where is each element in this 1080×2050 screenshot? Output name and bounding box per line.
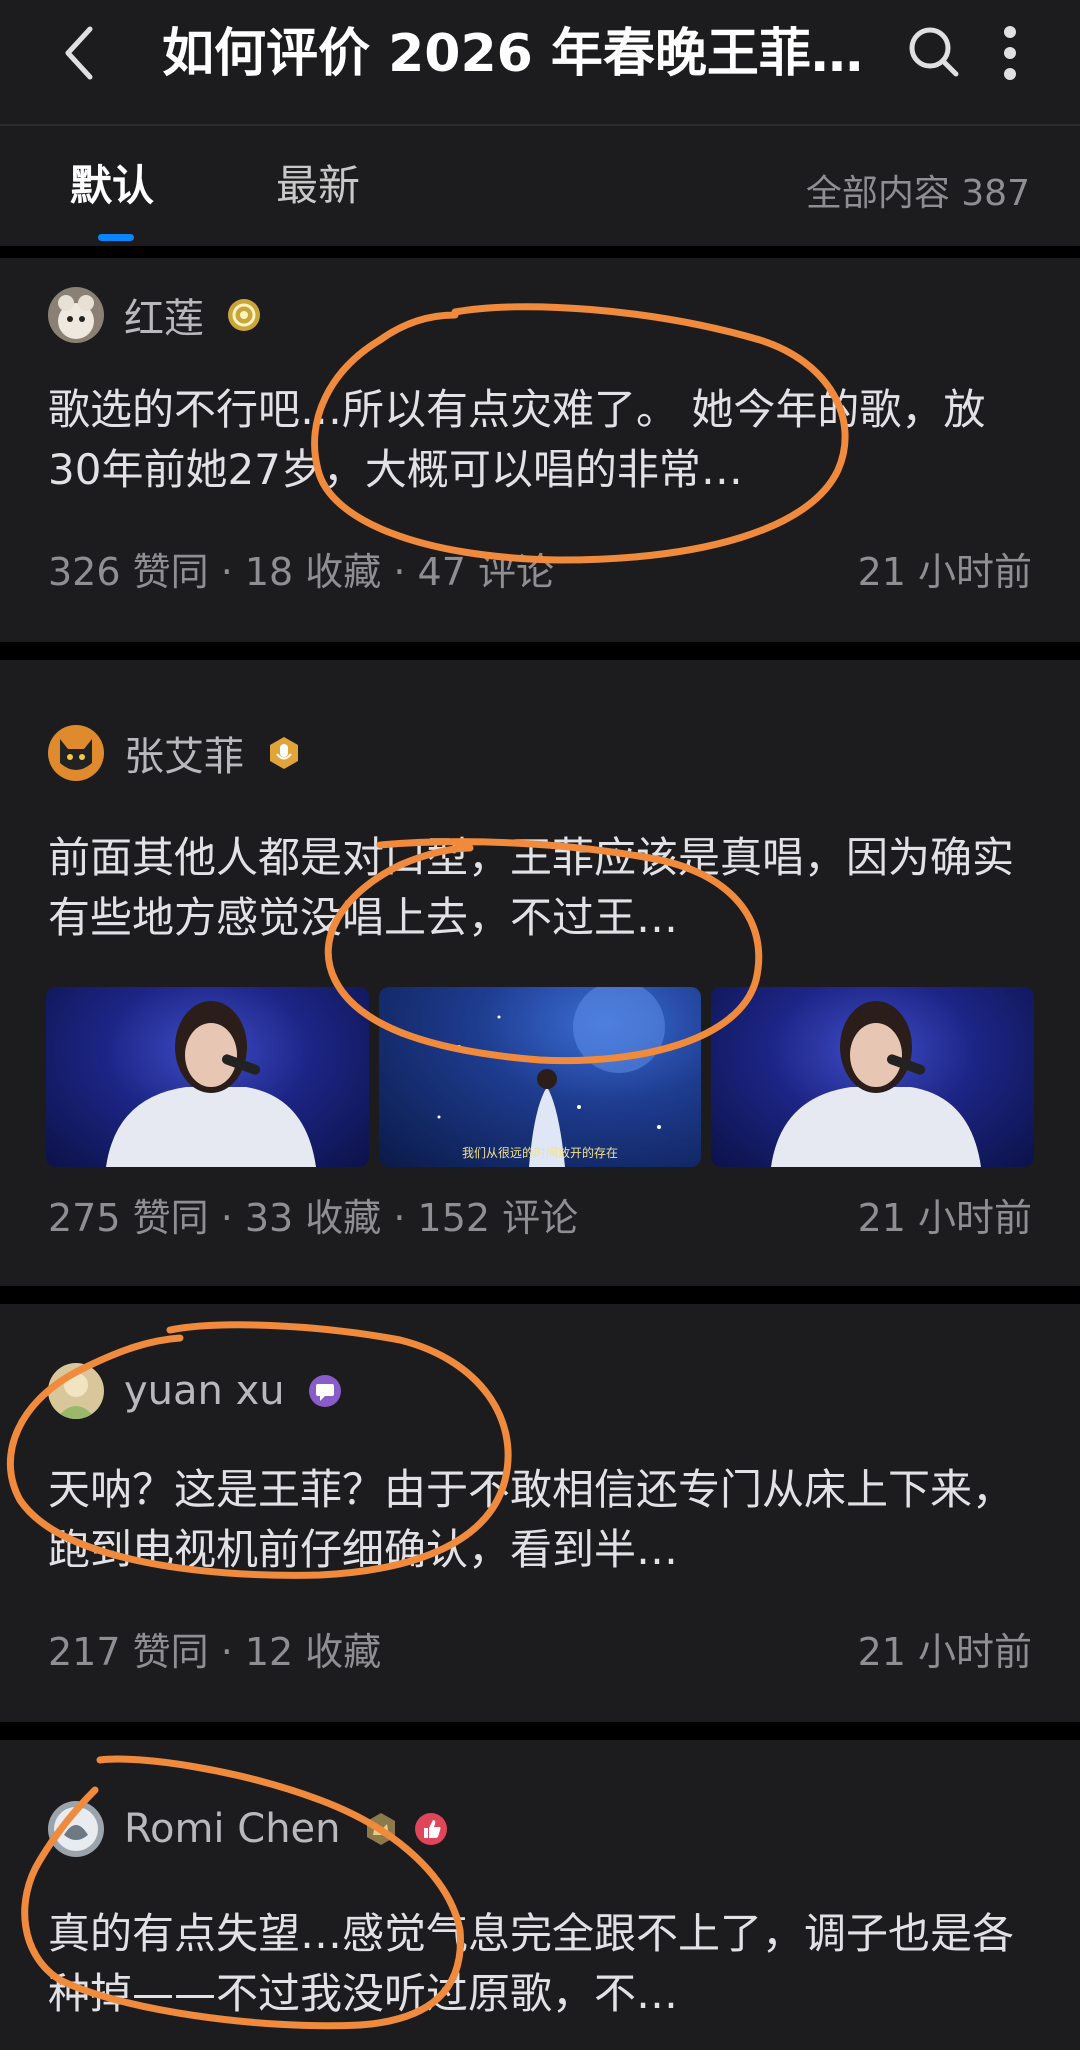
- answer-meta: 217 赞同 · 12 收藏 21 小时前: [48, 1620, 1032, 1676]
- answer-excerpt[interactable]: 真的有点失望…感觉气息完全跟不上了，调子也是各种掉——不过我没听过原歌，不…: [48, 1904, 1028, 2024]
- image-strip: 我们从很远的时间放开的存在: [46, 987, 1035, 1167]
- author-name[interactable]: yuan xu: [124, 1368, 285, 1414]
- thumbs-up-badge-icon: [413, 1811, 449, 1847]
- answer-time: 21 小时前: [857, 1195, 1032, 1240]
- image-thumbnail[interactable]: [46, 987, 369, 1167]
- search-icon[interactable]: [904, 22, 964, 82]
- image-thumbnail[interactable]: [711, 987, 1035, 1167]
- microphone-badge-icon: [266, 735, 302, 771]
- chat-badge-icon: [307, 1373, 343, 1409]
- top-bar: 如何评价 2026 年春晚王菲演唱？: [0, 0, 1080, 126]
- answer-time: 21 小时前: [857, 1629, 1032, 1674]
- crown-badge-icon: [363, 1811, 399, 1847]
- tab-latest[interactable]: 最新: [276, 156, 360, 216]
- avatar[interactable]: [48, 1801, 104, 1857]
- avatar[interactable]: [48, 725, 104, 781]
- answer-stats: 326 赞同 · 18 收藏 · 47 评论: [48, 549, 554, 594]
- answer-excerpt[interactable]: 歌选的不行吧…所以有点灾难了。 她今年的歌，放30年前她27岁，大概可以唱的非常…: [48, 380, 1028, 500]
- tab-default[interactable]: 默认: [70, 156, 154, 216]
- author-row[interactable]: 张艾菲: [48, 722, 302, 784]
- image-thumbnail[interactable]: 我们从很远的时间放开的存在: [378, 987, 702, 1167]
- author-row[interactable]: yuan xu: [48, 1360, 343, 1422]
- avatar[interactable]: [48, 1363, 104, 1419]
- chevron-left-icon[interactable]: [52, 18, 108, 88]
- answer-time: 21 小时前: [857, 549, 1032, 594]
- answer-stats: 275 赞同 · 33 收藏 · 152 评论: [48, 1195, 579, 1240]
- tab-bar: 默认 最新 全部内容 387: [0, 126, 1080, 246]
- more-vertical-icon[interactable]: [986, 18, 1034, 88]
- gold-medal-icon: [226, 297, 262, 333]
- total-count: 全部内容 387: [805, 173, 1030, 214]
- author-row[interactable]: 红莲: [48, 284, 262, 346]
- answer-stats: 217 赞同 · 12 收藏: [48, 1629, 382, 1674]
- author-row[interactable]: Romi Chen: [48, 1798, 449, 1860]
- answer-card[interactable]: 红莲 歌选的不行吧…所以有点灾难了。 她今年的歌，放30年前她27岁，大概可以唱…: [0, 258, 1080, 642]
- thumbnail-caption: 我们从很远的时间放开的存在: [462, 1146, 619, 1160]
- author-name[interactable]: Romi Chen: [124, 1806, 341, 1852]
- page-title: 如何评价 2026 年春晚王菲演唱？: [162, 24, 872, 84]
- answer-card[interactable]: yuan xu 天呐？这是王菲？由于不敢相信还专门从床上下来，跑到电视机前仔细确…: [0, 1304, 1080, 1722]
- active-tab-indicator: [98, 234, 134, 241]
- author-name[interactable]: 张艾菲: [124, 724, 244, 782]
- answer-excerpt[interactable]: 前面其他人都是对口型，王菲应该是真唱，因为确实有些地方感觉没唱上去，不过王…: [48, 828, 1028, 948]
- answer-card[interactable]: Romi Chen 真的有点失望…感觉气息完全跟不上了，调子也是各种掉——不过我…: [0, 1740, 1080, 2050]
- author-name[interactable]: 红莲: [124, 286, 204, 344]
- answer-card[interactable]: 张艾菲 前面其他人都是对口型，王菲应该是真唱，因为确实有些地方感觉没唱上去，不过…: [0, 660, 1080, 1286]
- answer-excerpt[interactable]: 天呐？这是王菲？由于不敢相信还专门从床上下来，跑到电视机前仔细确认，看到半…: [48, 1460, 1028, 1580]
- answer-meta: 275 赞同 · 33 收藏 · 152 评论 21 小时前: [48, 1186, 1032, 1242]
- avatar[interactable]: [48, 287, 104, 343]
- answer-meta: 326 赞同 · 18 收藏 · 47 评论 21 小时前: [48, 540, 1032, 596]
